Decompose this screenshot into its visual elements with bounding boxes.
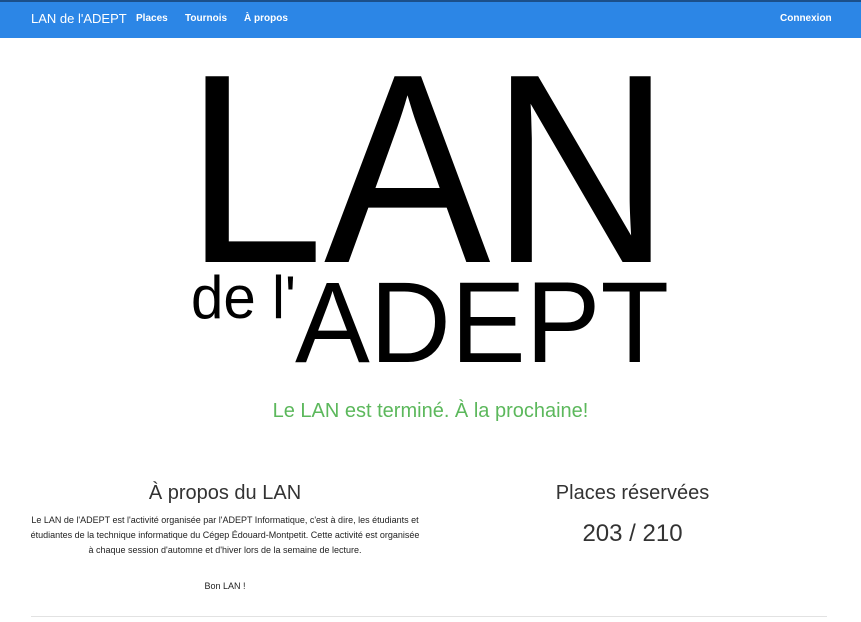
seats-total: 210 xyxy=(642,520,683,547)
brand-link[interactable]: LAN de l'ADEPT xyxy=(31,11,127,26)
seats-counter: 203 / 210 xyxy=(435,520,830,548)
nav-places-link[interactable]: Places xyxy=(136,13,168,24)
about-signoff: Bon LAN ! xyxy=(204,581,246,591)
logo-line2: ADEPT xyxy=(295,259,669,367)
about-title: À propos du LAN xyxy=(148,482,302,504)
seats-reserved: 203 xyxy=(582,520,623,547)
logo-small-prefix: de l' xyxy=(191,264,296,331)
seats-separator: / xyxy=(622,520,643,547)
navbar: LAN de l'ADEPT Places Tournois À propos … xyxy=(0,2,861,38)
status-message: Le LAN est terminé. À la prochaine! xyxy=(272,400,589,422)
divider xyxy=(31,616,827,617)
lan-logo: LAN de l' ADEPT xyxy=(185,62,671,367)
nav-apropos-link[interactable]: À propos xyxy=(244,13,288,24)
seats-title: Places réservées xyxy=(555,482,710,504)
nav-tournois-link[interactable]: Tournois xyxy=(185,13,227,24)
login-link[interactable]: Connexion xyxy=(780,13,832,24)
about-text: Le LAN de l'ADEPT est l'activité organis… xyxy=(30,515,420,555)
